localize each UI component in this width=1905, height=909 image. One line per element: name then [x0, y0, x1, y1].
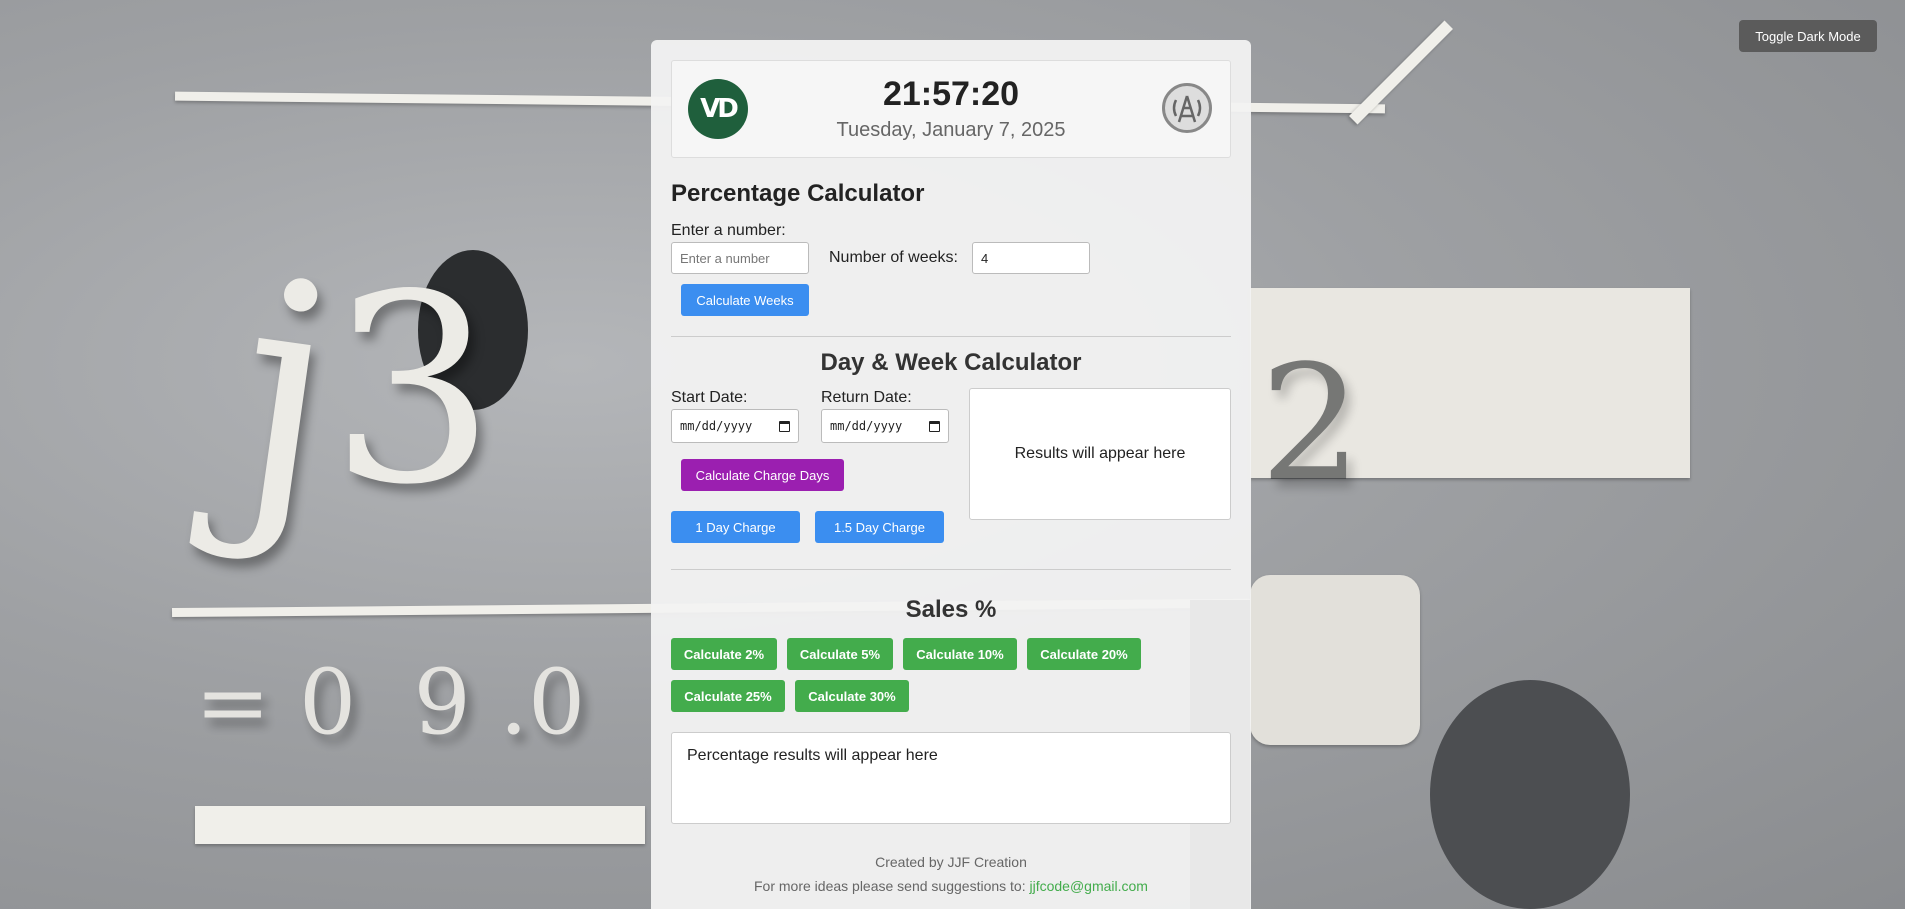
clock-time: 21:57:20: [882, 75, 1020, 113]
weeks-input[interactable]: [971, 242, 1090, 274]
calculate-weeks-button[interactable]: Calculate Weeks: [681, 284, 809, 316]
calculate-20-percent-button[interactable]: Calculate 20%: [1027, 638, 1141, 670]
footer-email-link[interactable]: jjfcode@gmail.com: [1030, 878, 1148, 894]
footer-created-by: Created by JJF Creation: [875, 854, 1027, 870]
sales-title: Sales %: [905, 596, 997, 623]
start-date-label: Start Date:: [671, 389, 748, 406]
divider: [671, 336, 1231, 337]
day-week-section: Start Date: Return Date: mm/dd/yyyy mm/d…: [671, 383, 1231, 573]
one-day-charge-button[interactable]: 1 Day Charge: [671, 511, 800, 543]
calendar-icon[interactable]: [779, 420, 790, 432]
clock-card: VD 21:57:20 Tuesday, January 7, 2025: [671, 60, 1231, 158]
percentage-results: Percentage results will appear here: [671, 732, 1231, 824]
charge-days-results: Results will appear here: [969, 388, 1231, 520]
start-date-input[interactable]: mm/dd/yyyy: [671, 409, 799, 443]
footer-suggestions: For more ideas please send suggestions t…: [671, 878, 1231, 894]
day-week-calculator-title: Day & Week Calculator: [820, 349, 1082, 376]
main-panel: VD 21:57:20 Tuesday, January 7, 2025 Per…: [651, 40, 1251, 909]
toggle-dark-mode-button[interactable]: Toggle Dark Mode: [1739, 20, 1877, 52]
sales-buttons: Calculate 2% Calculate 5% Calculate 10% …: [671, 638, 1231, 712]
calculate-30-percent-button[interactable]: Calculate 30%: [795, 680, 909, 712]
weeks-label: Number of weeks:: [829, 249, 958, 266]
percentage-calculator-title: Percentage Calculator: [671, 180, 925, 207]
footer-suggestions-text: For more ideas please send suggestions t…: [754, 878, 1026, 894]
number-input[interactable]: [671, 242, 809, 274]
calculate-2-percent-button[interactable]: Calculate 2%: [671, 638, 777, 670]
calendar-icon[interactable]: [929, 420, 940, 432]
return-date-placeholder: mm/dd/yyyy: [830, 419, 903, 433]
calculate-5-percent-button[interactable]: Calculate 5%: [787, 638, 893, 670]
one-half-day-charge-button[interactable]: 1.5 Day Charge: [815, 511, 944, 543]
calculate-charge-days-button[interactable]: Calculate Charge Days: [681, 459, 844, 491]
start-date-placeholder: mm/dd/yyyy: [680, 419, 753, 433]
calculate-10-percent-button[interactable]: Calculate 10%: [903, 638, 1017, 670]
clock-date: Tuesday, January 7, 2025: [836, 119, 1066, 141]
return-date-input[interactable]: mm/dd/yyyy: [821, 409, 949, 443]
calculate-25-percent-button[interactable]: Calculate 25%: [671, 680, 785, 712]
number-label: Enter a number:: [671, 222, 786, 239]
signal-tower-logo-icon: [1162, 83, 1212, 133]
return-date-label: Return Date:: [821, 389, 912, 406]
